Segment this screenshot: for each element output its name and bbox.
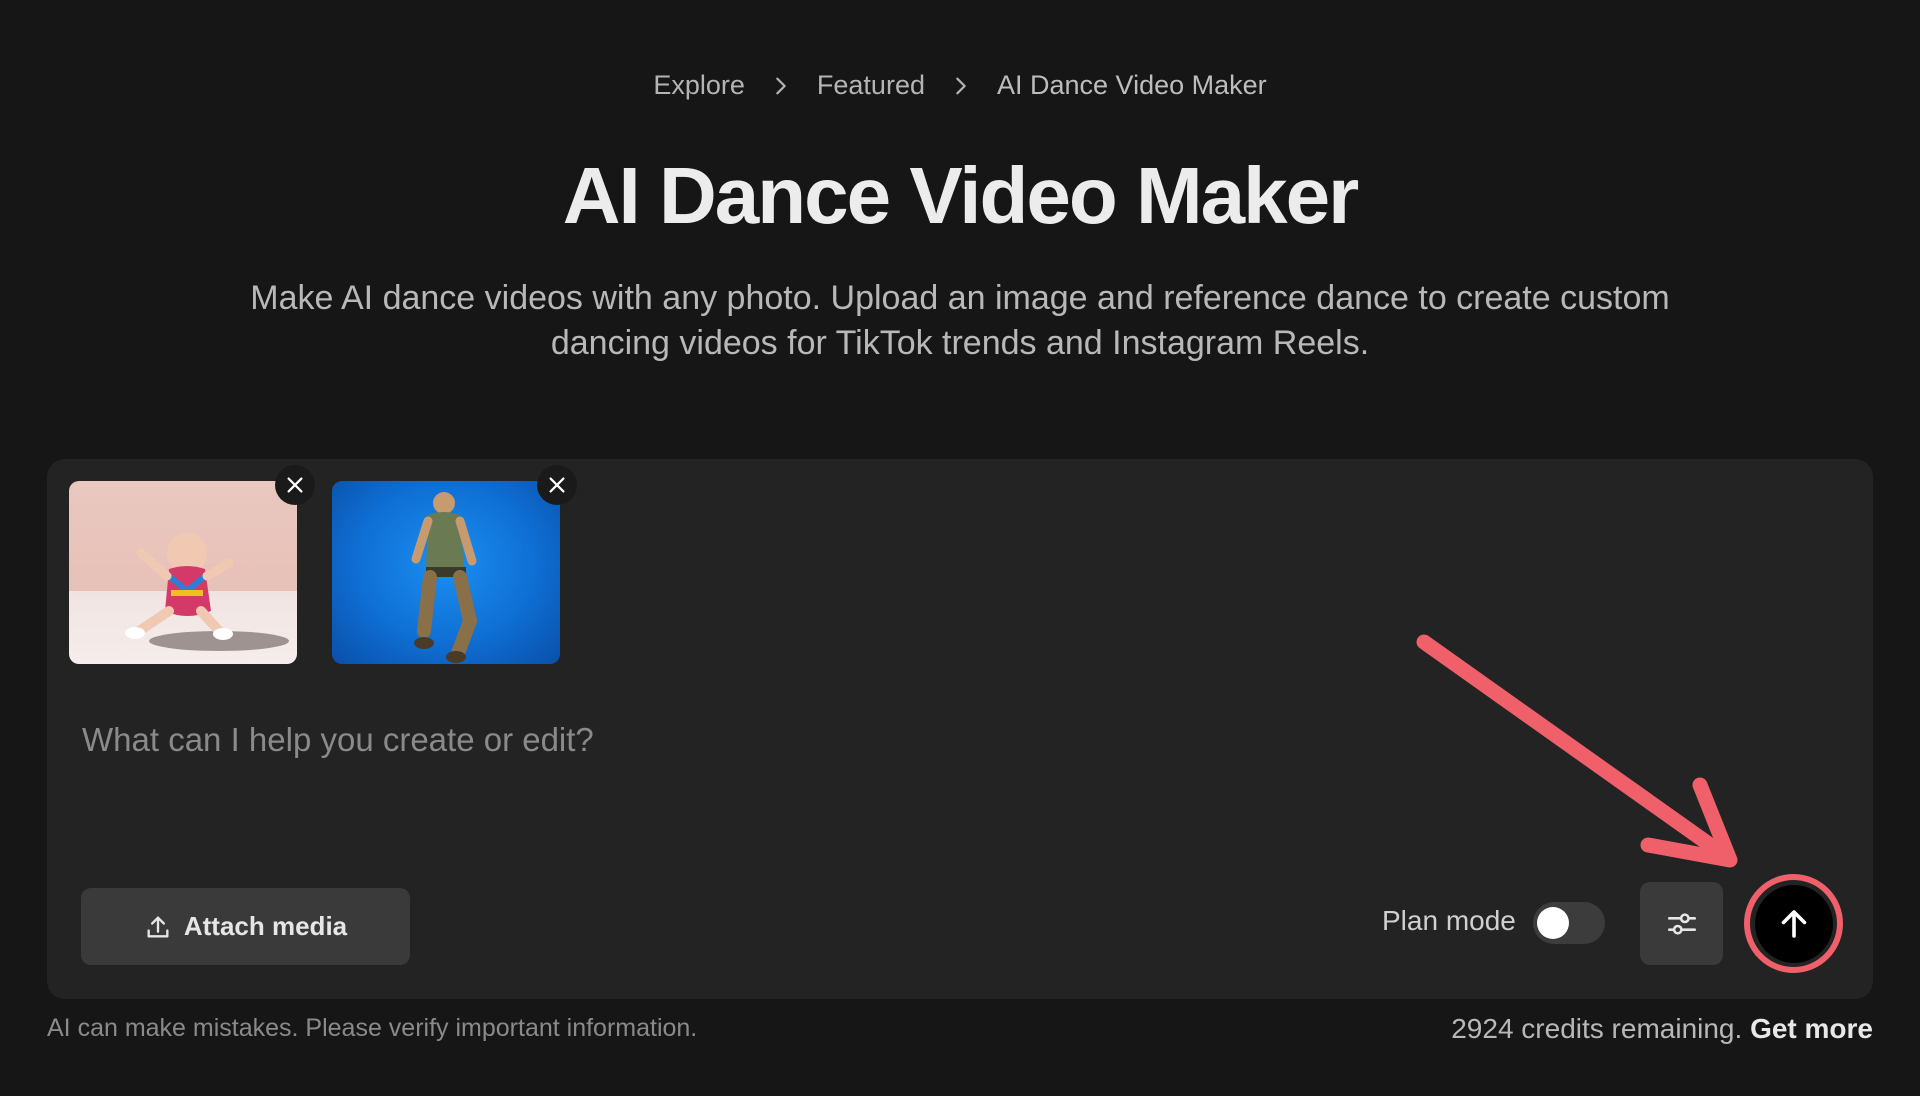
prompt-composer: Attach media Plan mode [47,459,1873,999]
close-icon [287,477,303,493]
breadcrumb: Explore Featured AI Dance Video Maker [0,70,1920,101]
arrow-up-icon [1781,909,1806,938]
page-subtitle: Make AI dance videos with any photo. Upl… [250,279,1670,362]
breadcrumb-featured[interactable]: Featured [811,70,931,101]
send-button[interactable] [1754,884,1833,963]
send-highlight-ring [1744,874,1843,973]
remove-attachment-button[interactable] [537,465,577,505]
attach-media-button[interactable]: Attach media [81,888,410,965]
close-icon [549,477,565,493]
upload-icon [147,916,169,937]
toggle-knob [1537,907,1569,939]
baby-photo-icon [125,533,289,651]
sliders-icon [1667,912,1696,935]
attach-media-label: Attach media [183,911,348,941]
page: Explore Featured AI Dance Video Maker AI… [0,0,1920,1096]
prompt-input[interactable] [80,709,1384,771]
get-more-link[interactable]: Get more [1750,1013,1873,1044]
disclaimer-text: AI can make mistakes. Please verify impo… [47,1014,698,1042]
chevron-right-icon [751,75,811,97]
remove-attachment-button[interactable] [275,465,315,505]
attachment-thumbnail-baby[interactable] [69,481,297,664]
breadcrumb-current: AI Dance Video Maker [996,70,1267,100]
dancer-photo-icon [411,492,478,663]
credits-remaining: 2924 credits remaining. [1451,1013,1743,1044]
breadcrumb-explore[interactable]: Explore [647,70,751,101]
page-title: AI Dance Video Maker [562,151,1359,240]
settings-button[interactable] [1640,882,1723,965]
plan-mode-toggle[interactable] [1533,902,1605,944]
plan-mode-label: Plan mode [1382,905,1516,936]
credits-info: 2924 credits remaining. Get more [1451,1013,1873,1045]
chevron-right-icon [931,75,991,97]
attachment-thumbnail-dancer[interactable] [332,481,560,664]
